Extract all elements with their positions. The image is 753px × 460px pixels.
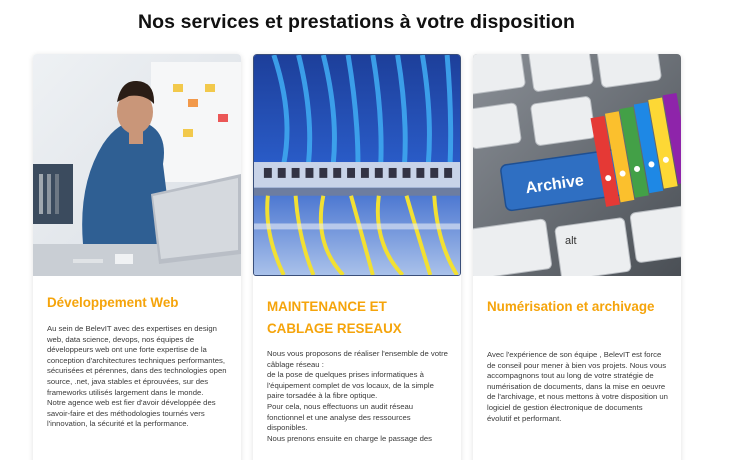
card-paragraph: Notre agence web est fier d'avoir dévelo… <box>47 398 216 429</box>
archive-keyboard-photo: Archive alt <box>473 54 681 276</box>
network-cables-photo <box>253 54 461 276</box>
card-paragraph: Avec l'expérience de son équipe , BelevI… <box>487 350 668 423</box>
alt-key-label: alt <box>565 235 577 247</box>
card-description: Nous vous proposons de réaliser l'ensemb… <box>267 349 449 444</box>
service-card-network-cabling: MAINTENANCE ET CABLAGE RESEAUX Nous vous… <box>253 54 461 460</box>
page-title: Nos services et prestations à votre disp… <box>137 11 576 33</box>
card-paragraph: Nous vous proposons de réaliser l'ensemb… <box>267 349 448 369</box>
card-paragraph: Pour cela, nous effectuons un audit rése… <box>267 401 414 433</box>
service-card-archiving: Archive alt Numérisation et archivage Av… <box>473 54 681 460</box>
card-title: MAINTENANCE ET CABLAGE RESEAUX <box>267 299 402 336</box>
card-paragraph: de la pose de quelques prises informatiq… <box>267 370 434 401</box>
card-title: Développement Web <box>47 295 179 310</box>
card-description: Avec l'expérience de son équipe , BelevI… <box>487 350 669 424</box>
card-title: Numérisation et archivage <box>487 299 655 314</box>
card-description: Au sein de BelevIT avec des expertises e… <box>47 324 229 430</box>
card-paragraph: Au sein de BelevIT avec des expertises e… <box>47 324 227 397</box>
service-card-web-development: Développement Web Au sein de BelevIT ave… <box>33 54 241 460</box>
card-paragraph: Nous prenons ensuite en charge le passag… <box>267 433 432 443</box>
developer-laptop-photo <box>33 54 241 276</box>
